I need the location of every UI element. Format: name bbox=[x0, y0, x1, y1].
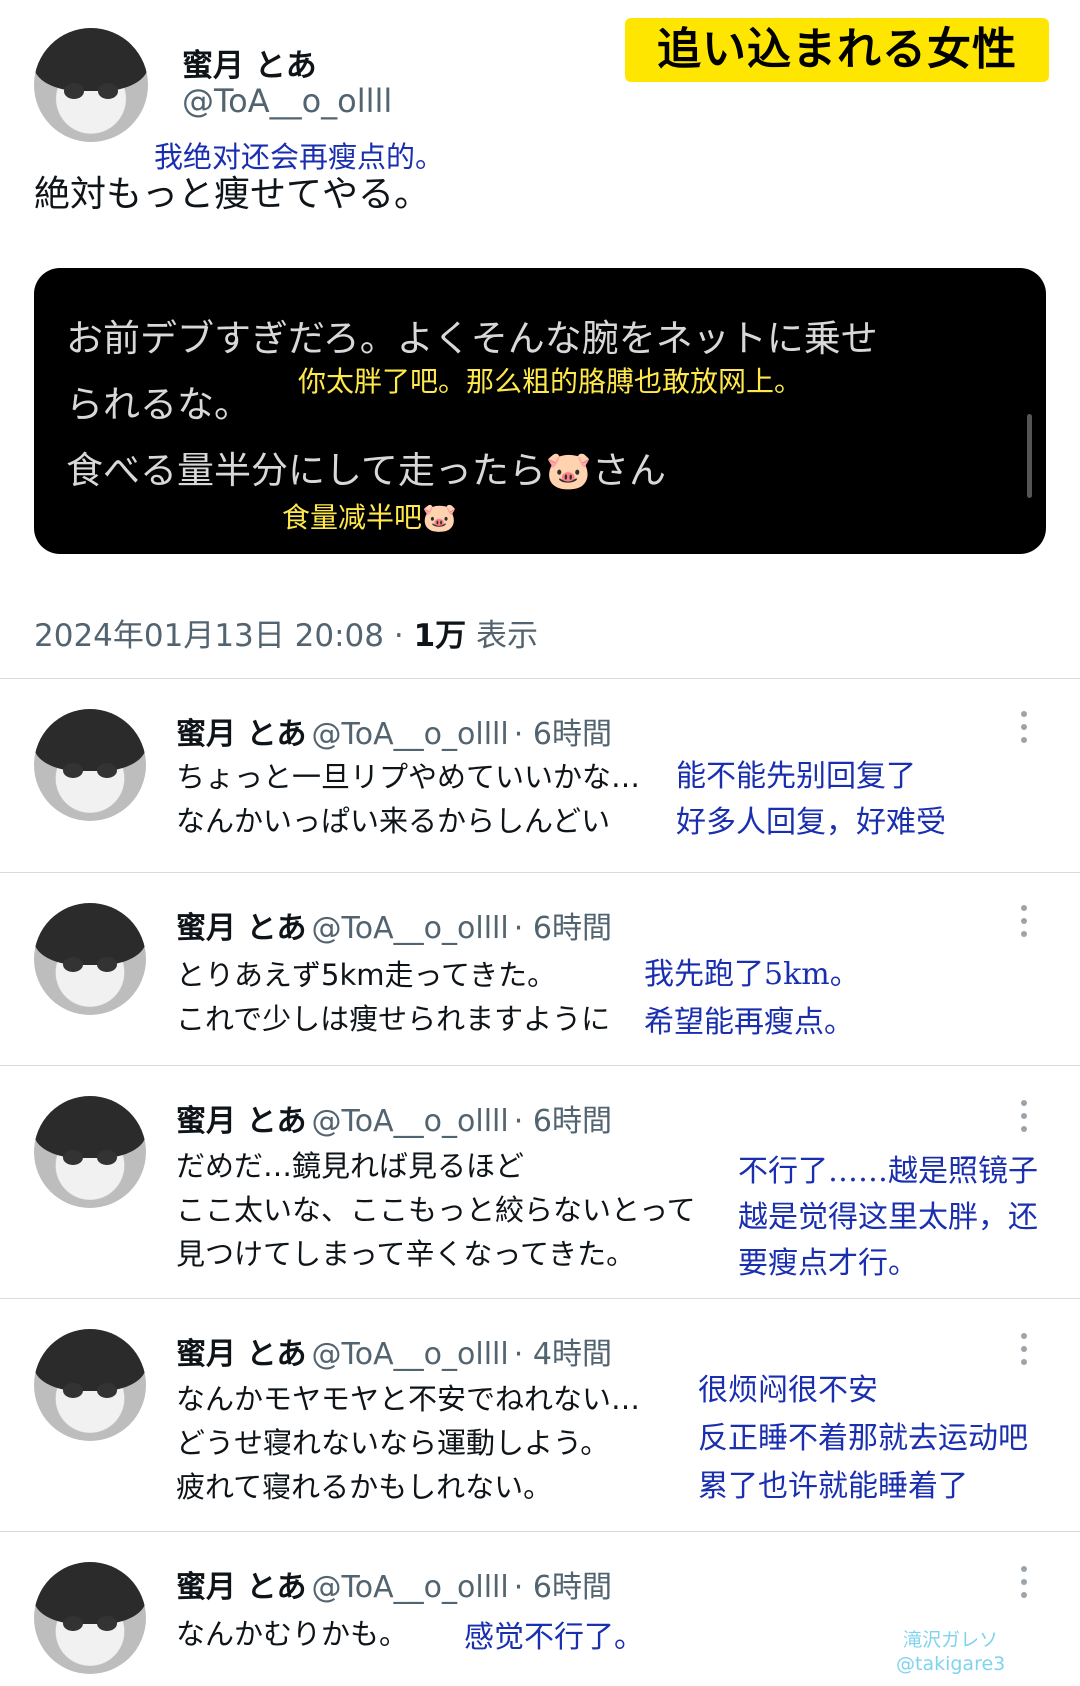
translation-caption: 能不能先别回复了 bbox=[676, 759, 916, 794]
translation-caption: 我先跑了5km。 bbox=[644, 957, 860, 992]
more-options-icon[interactable] bbox=[1020, 711, 1028, 750]
reply-author-name[interactable]: 蜜月 とあ bbox=[176, 1570, 306, 1605]
translation-caption: 好多人回复，好难受 bbox=[676, 805, 946, 840]
watermark-line: @takigare3 bbox=[896, 1653, 1006, 1675]
quoted-translation-2: 食量减半吧🐷 bbox=[282, 501, 457, 534]
reply-text-line: 疲れて寝れるかもしれない。 bbox=[176, 1470, 553, 1504]
author-name[interactable]: 蜜月 とあ bbox=[182, 40, 317, 85]
translation-caption: 越是觉得这里太胖，还 bbox=[738, 1200, 1038, 1235]
reply-author-handle[interactable]: @ToA__o_ollll bbox=[312, 1104, 509, 1139]
reply-time[interactable]: · 4時間 bbox=[514, 1337, 612, 1372]
tweet-meta: 2024年01月13日 20:08 · 1万 表示 bbox=[34, 610, 538, 655]
watermark-line: 滝沢ガレソ bbox=[903, 1629, 999, 1651]
translation-caption: 感觉不行了。 bbox=[464, 1620, 644, 1655]
avatar[interactable] bbox=[34, 903, 146, 1015]
reply-text-line: ちょっと一旦リプやめていいかな… bbox=[176, 760, 641, 794]
reply-author-name[interactable]: 蜜月 とあ bbox=[176, 717, 306, 752]
reply-author-name[interactable]: 蜜月 とあ bbox=[176, 1104, 306, 1139]
reply-time[interactable]: · 6時間 bbox=[514, 1570, 612, 1605]
reply-text-line: 見つけてしまって辛くなってきた。 bbox=[176, 1237, 636, 1271]
reply-text-line: これで少しは痩せられますように bbox=[176, 1002, 611, 1036]
translation-caption: 累了也许就能睡着了 bbox=[698, 1469, 968, 1504]
reply-author-handle[interactable]: @ToA__o_ollll bbox=[312, 717, 509, 752]
author-handle[interactable]: @ToA__o_ollll bbox=[182, 82, 392, 120]
translation-caption: 反正睡不着那就去运动吧 bbox=[698, 1421, 1028, 1456]
reply-item[interactable]: 蜜月 とあ @ToA__o_ollll · 6時間 とりあえず5km走ってきた。… bbox=[0, 873, 1080, 1065]
more-options-icon[interactable] bbox=[1020, 1333, 1028, 1372]
reply-text-line: どうせ寝れないなら運動しよう。 bbox=[176, 1426, 610, 1460]
reply-author-name[interactable]: 蜜月 とあ bbox=[176, 1337, 306, 1372]
reply-text-line: なんかモヤモヤと不安でねれない… bbox=[176, 1382, 641, 1416]
tweet-date[interactable]: 2024年01月13日 20:08 bbox=[34, 618, 384, 654]
quoted-reply-image[interactable]: お前デブすぎだろ。よくそんな腕をネットに乗せ られるな。 你太胖了吧。那么粗的胳… bbox=[34, 268, 1046, 554]
reply-author-name[interactable]: 蜜月 とあ bbox=[176, 911, 306, 946]
avatar[interactable] bbox=[34, 1329, 146, 1441]
reply-text-line: とりあえず5km走ってきた。 bbox=[176, 958, 557, 992]
reply-text-line: なんかいっぱい来るからしんどい bbox=[176, 804, 611, 838]
view-label: 表示 bbox=[476, 618, 538, 654]
translation-caption: 很烦闷很不安 bbox=[698, 1373, 878, 1408]
translation-caption: 不行了……越是照镜子 bbox=[738, 1154, 1038, 1189]
avatar[interactable] bbox=[34, 709, 146, 821]
view-count: 1万 bbox=[413, 618, 467, 654]
reply-text-line: なんかむりかも。 bbox=[176, 1617, 409, 1651]
quoted-translation-1: 你太胖了吧。那么粗的胳膊也敢放网上。 bbox=[298, 365, 803, 398]
watermark: 滝沢ガレソ @takigare3 bbox=[896, 1628, 1005, 1676]
reply-text-line: だめだ…鏡見れば見るほど bbox=[176, 1149, 525, 1183]
translation-caption: 希望能再瘦点。 bbox=[644, 1005, 854, 1040]
reply-time[interactable]: · 6時間 bbox=[514, 1104, 612, 1139]
scrollbar[interactable] bbox=[1027, 414, 1032, 498]
quoted-line-3: 食べる量半分にして走ったら🐷さん bbox=[66, 449, 666, 492]
quoted-line-1: お前デブすぎだろ。よくそんな腕をネットに乗せ bbox=[66, 317, 878, 360]
reply-time[interactable]: · 6時間 bbox=[514, 911, 612, 946]
reply-author-handle[interactable]: @ToA__o_ollll bbox=[312, 911, 509, 946]
more-options-icon[interactable] bbox=[1020, 905, 1028, 944]
reply-author-handle[interactable]: @ToA__o_ollll bbox=[312, 1337, 509, 1372]
reply-item[interactable]: 蜜月 とあ @ToA__o_ollll · 6時間 ちょっと一旦リプやめていいか… bbox=[0, 679, 1080, 872]
avatar[interactable] bbox=[34, 1562, 146, 1674]
reply-text-line: ここ太いな、ここもっと絞らないとって bbox=[176, 1193, 696, 1227]
more-options-icon[interactable] bbox=[1020, 1566, 1028, 1605]
reply-item[interactable]: 蜜月 とあ @ToA__o_ollll · 6時間 だめだ…鏡見れば見るほど こ… bbox=[0, 1066, 1080, 1298]
avatar[interactable] bbox=[34, 28, 148, 142]
reply-time[interactable]: · 6時間 bbox=[514, 717, 612, 752]
reply-author-handle[interactable]: @ToA__o_ollll bbox=[312, 1570, 509, 1605]
title-badge: 追い込まれる女性 bbox=[625, 18, 1049, 82]
avatar[interactable] bbox=[34, 1096, 146, 1208]
translation-caption: 要瘦点才行。 bbox=[738, 1246, 918, 1281]
meta-separator: · bbox=[393, 618, 404, 654]
more-options-icon[interactable] bbox=[1020, 1100, 1028, 1139]
quoted-line-2: られるな。 bbox=[66, 383, 251, 426]
reply-item[interactable]: 蜜月 とあ @ToA__o_ollll · 4時間 なんかモヤモヤと不安でねれな… bbox=[0, 1299, 1080, 1531]
tweet-text: 絶対もっと痩せてやる。 bbox=[34, 174, 431, 215]
